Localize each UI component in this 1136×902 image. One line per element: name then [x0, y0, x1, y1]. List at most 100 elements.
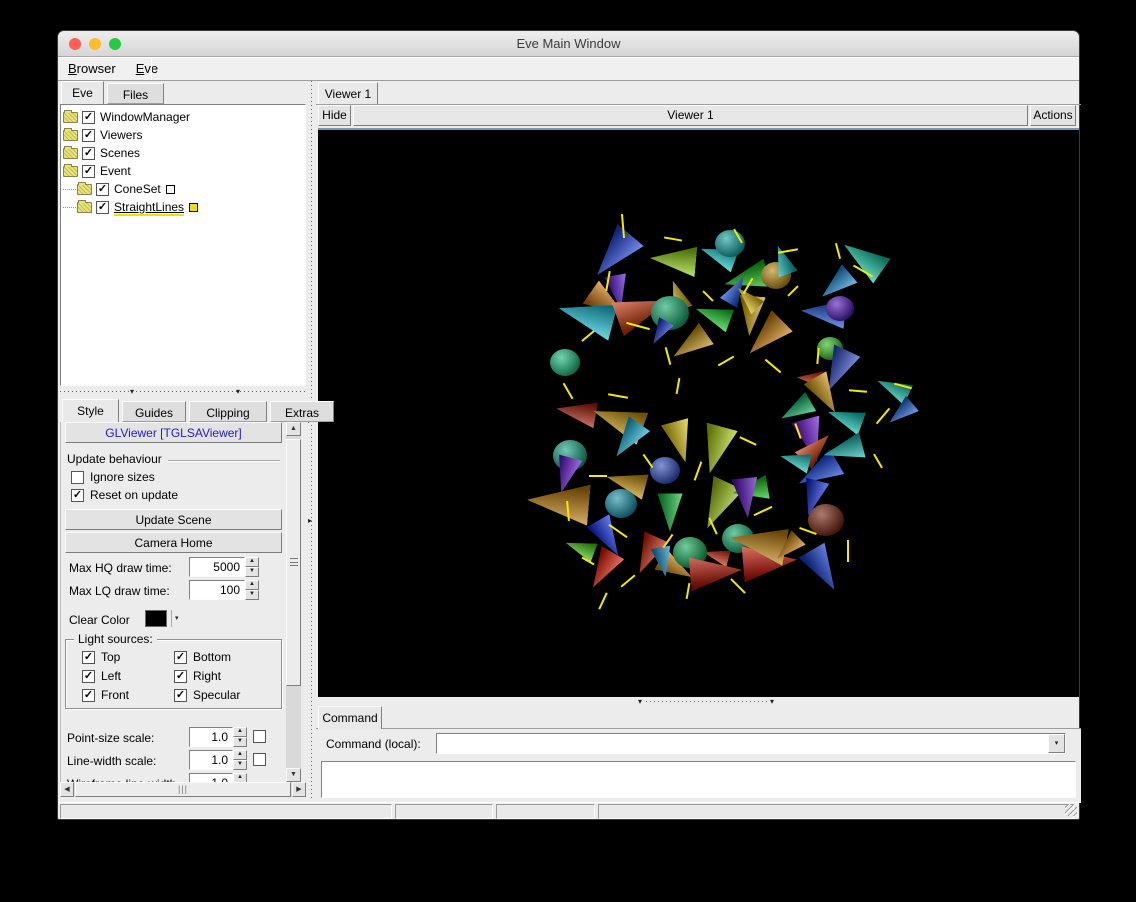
resize-grip-icon[interactable] [1065, 804, 1077, 816]
tree-editor-splitter[interactable]: ▾ ▾ [60, 387, 306, 397]
scale-spinner[interactable]: 1.0▲▼ [189, 750, 247, 770]
tree-item-checkbox[interactable] [96, 182, 109, 196]
menu-eve[interactable]: Eve [126, 58, 168, 80]
command-input[interactable] [436, 733, 1066, 754]
hide-button[interactable]: Hide [318, 105, 351, 126]
folder-icon [63, 163, 78, 177]
clear-color-swatch[interactable] [145, 610, 167, 627]
line-segment [562, 382, 574, 400]
menu-browser[interactable]: Browser [58, 58, 126, 80]
splitter-arrow-icon[interactable]: ▾ [770, 698, 774, 706]
line-segment [663, 236, 683, 242]
checkbox[interactable] [174, 669, 187, 683]
spinner-up-icon[interactable]: ▲ [233, 727, 247, 737]
tree-item-checkbox[interactable] [82, 128, 95, 142]
tree-item-scenes[interactable]: Scenes [63, 144, 303, 162]
editor-tab-clipping[interactable]: Clipping [189, 401, 267, 422]
command-output-area[interactable] [321, 761, 1076, 798]
status-segment-4 [598, 804, 1074, 819]
tab-command[interactable]: Command [318, 706, 382, 729]
splitter-arrow-icon[interactable]: ▾ [236, 388, 240, 396]
checkbox[interactable] [174, 650, 187, 664]
spinner-value[interactable]: 1.0 [189, 773, 233, 782]
spinner-up-icon[interactable]: ▲ [245, 557, 259, 567]
spinner-value[interactable]: 100 [189, 580, 245, 600]
scroll-left-icon[interactable]: ◀ [60, 782, 74, 797]
tree-item-checkbox[interactable] [82, 164, 95, 178]
splitter-arrow-icon[interactable]: ▸ [308, 517, 312, 525]
line-segment [607, 393, 629, 399]
command-dropdown-icon[interactable]: ▾ [1048, 734, 1065, 753]
checkbox[interactable] [82, 669, 95, 683]
scale-spinner[interactable]: 1.0▲▼ [189, 727, 247, 747]
viewer-title-bar[interactable]: Viewer 1 [353, 105, 1028, 126]
max-hq-spinner[interactable]: 5000 ▲ ▼ [189, 557, 259, 577]
scroll-up-icon[interactable]: ▲ [286, 422, 301, 436]
scroll-right-icon[interactable]: ▶ [292, 782, 306, 797]
tab-eve[interactable]: Eve [61, 81, 104, 104]
line-segment [642, 453, 654, 469]
scrollbar-thumb[interactable] [286, 439, 301, 686]
viewer-command-splitter[interactable]: ▾ ▾ [618, 698, 798, 706]
checkbox[interactable] [253, 753, 266, 766]
splitter-arrow-icon[interactable]: ▾ [130, 388, 134, 396]
scrollbar-thumb[interactable]: ||| [75, 782, 291, 797]
tab-files[interactable]: Files [107, 83, 164, 104]
spinner-down-icon[interactable]: ▼ [245, 567, 259, 577]
light-sources-group: Light sources: Top Bottom Left Right Front Sp… [65, 632, 282, 709]
tree-item-straightlines[interactable]: StraightLines [63, 198, 303, 216]
spinner-up-icon[interactable]: ▲ [233, 750, 247, 760]
light-front: Front [82, 688, 129, 702]
spinner-down-icon[interactable]: ▼ [233, 760, 247, 770]
checkbox[interactable] [71, 470, 84, 484]
tab-viewer-1[interactable]: Viewer 1 [318, 82, 378, 105]
checkbox[interactable] [253, 730, 266, 743]
clear-color-dropdown-icon[interactable]: ▾ [175, 614, 179, 622]
tree-item-checkbox[interactable] [82, 146, 95, 160]
line-segment [834, 243, 842, 259]
checkbox[interactable] [71, 488, 84, 502]
command-panel: Command (local): ▾ [316, 728, 1081, 802]
line-segment [702, 290, 714, 302]
tree-item-coneset[interactable]: ConeSet [63, 180, 303, 198]
scroll-down-icon[interactable]: ▼ [286, 768, 301, 782]
spinner-value[interactable]: 5000 [189, 557, 245, 577]
spinner-value[interactable]: 1.0 [189, 727, 233, 747]
glviewer-name-button[interactable]: GLViewer [TGLSAViewer] [65, 422, 282, 443]
gl-viewport[interactable] [318, 128, 1079, 697]
splitter-arrow-icon[interactable]: ▾ [638, 698, 642, 706]
spinner-down-icon[interactable]: ▼ [245, 590, 259, 600]
max-lq-spinner[interactable]: 100 ▲ ▼ [189, 580, 259, 600]
line-segment [598, 592, 608, 610]
editor-horizontal-scrollbar[interactable]: ◀ ||| ▶ [60, 782, 306, 797]
scale-spinner[interactable]: 1.0▲▼ [189, 773, 247, 782]
spinner-down-icon[interactable]: ▼ [233, 737, 247, 747]
eve-object-tree: WindowManager Viewers Scenes Event ConeSet St… [60, 104, 306, 386]
line-segment [764, 358, 782, 374]
editor-tab-extras[interactable]: Extras [270, 401, 334, 422]
spinner-up-icon[interactable]: ▲ [245, 580, 259, 590]
tree-item-windowmanager[interactable]: WindowManager [63, 108, 303, 126]
tree-item-label: WindowManager [100, 110, 191, 124]
actions-menu-button[interactable]: Actions [1030, 105, 1076, 126]
spinner-value[interactable]: 1.0 [189, 750, 233, 770]
max-hq-label: Max HQ draw time: [69, 561, 172, 575]
editor-vertical-scrollbar[interactable]: ▲ ▼ [286, 422, 301, 782]
cone [562, 533, 597, 562]
folder-icon [77, 199, 92, 213]
title-bar[interactable]: Eve Main Window [58, 31, 1079, 57]
light-sources-label: Light sources: [74, 632, 157, 646]
panel-vertical-splitter[interactable]: ▸ ▸ [308, 81, 316, 798]
checkbox[interactable] [82, 688, 95, 702]
tree-item-checkbox[interactable] [82, 110, 95, 124]
camera-home-button[interactable]: Camera Home [65, 532, 282, 553]
editor-tab-guides[interactable]: Guides [122, 401, 186, 422]
checkbox[interactable] [174, 688, 187, 702]
tree-item-checkbox[interactable] [96, 200, 109, 214]
tree-item-event[interactable]: Event [63, 162, 303, 180]
tree-item-viewers[interactable]: Viewers [63, 126, 303, 144]
spinner-up-icon[interactable]: ▲ [233, 773, 247, 782]
editor-tab-style[interactable]: Style [62, 399, 119, 422]
update-scene-button[interactable]: Update Scene [65, 509, 282, 530]
checkbox[interactable] [82, 650, 95, 664]
